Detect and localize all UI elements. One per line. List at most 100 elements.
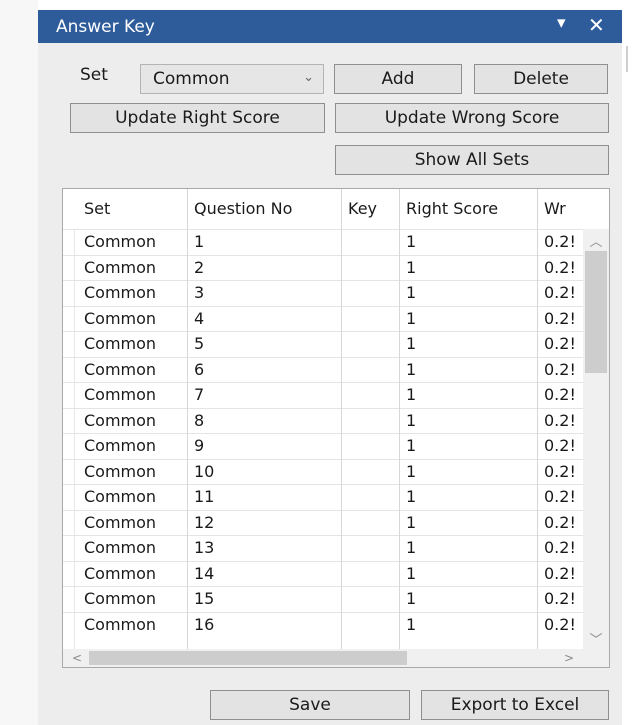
update-right-score-button[interactable]: Update Right Score bbox=[70, 103, 325, 133]
cell-set[interactable]: Common bbox=[77, 460, 187, 483]
table-row[interactable]: Common 10 1 0.2! bbox=[63, 458, 583, 484]
cell-right-score[interactable]: 1 bbox=[399, 256, 537, 279]
close-icon[interactable]: ✕ bbox=[588, 13, 605, 37]
cell-wrong-score[interactable]: 0.2! bbox=[537, 562, 583, 585]
table-row[interactable]: Common 7 1 0.2! bbox=[63, 382, 583, 407]
cell-set[interactable]: Common bbox=[77, 256, 187, 279]
export-to-excel-button[interactable]: Export to Excel bbox=[421, 690, 609, 720]
cell-key[interactable] bbox=[341, 383, 399, 406]
scroll-down-icon[interactable]: ﹀ bbox=[583, 629, 609, 651]
table-row[interactable]: Common 2 1 0.2! bbox=[63, 254, 583, 280]
table-row[interactable]: Common 9 1 0.2! bbox=[63, 433, 583, 458]
cell-question-no[interactable]: 8 bbox=[187, 409, 341, 432]
cell-key[interactable] bbox=[341, 358, 399, 381]
cell-question-no[interactable]: 4 bbox=[187, 307, 341, 330]
table-row[interactable]: Common 6 1 0.2! bbox=[63, 356, 583, 382]
cell-set[interactable]: Common bbox=[77, 485, 187, 508]
cell-question-no[interactable]: 12 bbox=[187, 511, 341, 534]
cell-wrong-score[interactable]: 0.2! bbox=[537, 587, 583, 610]
cell-question-no[interactable]: 14 bbox=[187, 562, 341, 585]
cell-question-no[interactable]: 6 bbox=[187, 358, 341, 381]
table-row[interactable]: Common 16 1 0.2! bbox=[63, 611, 583, 637]
cell-question-no[interactable]: 10 bbox=[187, 460, 341, 483]
cell-right-score[interactable]: 1 bbox=[399, 613, 537, 636]
cell-right-score[interactable]: 1 bbox=[399, 536, 537, 559]
vertical-scrollbar[interactable]: ︿ ﹀ bbox=[583, 229, 609, 653]
cell-key[interactable] bbox=[341, 562, 399, 585]
cell-set[interactable]: Common bbox=[77, 307, 187, 330]
cell-set[interactable]: Common bbox=[77, 383, 187, 406]
cell-wrong-score[interactable]: 0.2! bbox=[537, 485, 583, 508]
cell-question-no[interactable]: 9 bbox=[187, 434, 341, 457]
cell-question-no[interactable]: 16 bbox=[187, 613, 341, 636]
table-row[interactable]: Common 1 1 0.2! bbox=[63, 229, 583, 254]
update-wrong-score-button[interactable]: Update Wrong Score bbox=[335, 103, 609, 133]
cell-wrong-score[interactable]: 0.2! bbox=[537, 613, 583, 636]
answer-key-grid[interactable]: Set Question No Key Right Score Wr Commo… bbox=[62, 188, 610, 668]
cell-set[interactable]: Common bbox=[77, 536, 187, 559]
cell-wrong-score[interactable]: 0.2! bbox=[537, 434, 583, 457]
cell-wrong-score[interactable]: 0.2! bbox=[537, 511, 583, 534]
cell-set[interactable]: Common bbox=[77, 332, 187, 355]
set-dropdown[interactable]: Common ⌄ bbox=[140, 64, 324, 94]
cell-right-score[interactable]: 1 bbox=[399, 358, 537, 381]
cell-question-no[interactable]: 11 bbox=[187, 485, 341, 508]
cell-right-score[interactable]: 1 bbox=[399, 485, 537, 508]
cell-question-no[interactable]: 15 bbox=[187, 587, 341, 610]
pin-dropdown-icon[interactable]: ▾ bbox=[557, 13, 566, 33]
scroll-left-icon[interactable]: < bbox=[67, 649, 87, 667]
table-row[interactable]: Common 15 1 0.2! bbox=[63, 586, 583, 611]
cell-key[interactable] bbox=[341, 307, 399, 330]
column-header-question-no[interactable]: Question No bbox=[187, 189, 341, 229]
horizontal-scroll-thumb[interactable] bbox=[89, 651, 407, 665]
cell-key[interactable] bbox=[341, 281, 399, 304]
cell-wrong-score[interactable]: 0.2! bbox=[537, 307, 583, 330]
column-header-key[interactable]: Key bbox=[341, 189, 399, 229]
table-row[interactable]: Common 4 1 0.2! bbox=[63, 305, 583, 331]
cell-wrong-score[interactable]: 0.2! bbox=[537, 383, 583, 406]
cell-wrong-score[interactable]: 0.2! bbox=[537, 409, 583, 432]
save-button[interactable]: Save bbox=[210, 690, 410, 720]
cell-key[interactable] bbox=[341, 256, 399, 279]
cell-set[interactable]: Common bbox=[77, 511, 187, 534]
cell-set[interactable]: Common bbox=[77, 587, 187, 610]
vertical-scroll-thumb[interactable] bbox=[585, 251, 607, 373]
cell-question-no[interactable]: 3 bbox=[187, 281, 341, 304]
cell-set[interactable]: Common bbox=[77, 434, 187, 457]
cell-set[interactable]: Common bbox=[77, 613, 187, 636]
column-header-right-score[interactable]: Right Score bbox=[399, 189, 537, 229]
cell-set[interactable]: Common bbox=[77, 230, 187, 253]
cell-key[interactable] bbox=[341, 536, 399, 559]
delete-button[interactable]: Delete bbox=[474, 64, 608, 94]
column-header-wrong-score[interactable]: Wr bbox=[537, 189, 583, 229]
cell-question-no[interactable]: 1 bbox=[187, 230, 341, 253]
cell-set[interactable]: Common bbox=[77, 358, 187, 381]
cell-key[interactable] bbox=[341, 511, 399, 534]
cell-key[interactable] bbox=[341, 485, 399, 508]
cell-question-no[interactable]: 13 bbox=[187, 536, 341, 559]
cell-set[interactable]: Common bbox=[77, 281, 187, 304]
column-header-set[interactable]: Set bbox=[77, 189, 187, 229]
table-row[interactable]: Common 8 1 0.2! bbox=[63, 407, 583, 433]
cell-wrong-score[interactable]: 0.2! bbox=[537, 358, 583, 381]
cell-right-score[interactable]: 1 bbox=[399, 562, 537, 585]
cell-right-score[interactable]: 1 bbox=[399, 460, 537, 483]
table-row[interactable]: Common 5 1 0.2! bbox=[63, 331, 583, 356]
cell-wrong-score[interactable]: 0.2! bbox=[537, 536, 583, 559]
cell-right-score[interactable]: 1 bbox=[399, 383, 537, 406]
add-button[interactable]: Add bbox=[334, 64, 462, 94]
cell-question-no[interactable]: 2 bbox=[187, 256, 341, 279]
cell-key[interactable] bbox=[341, 332, 399, 355]
cell-right-score[interactable]: 1 bbox=[399, 511, 537, 534]
cell-right-score[interactable]: 1 bbox=[399, 434, 537, 457]
table-row[interactable]: Common 11 1 0.2! bbox=[63, 484, 583, 509]
scroll-right-icon[interactable]: > bbox=[559, 649, 579, 667]
scroll-up-icon[interactable]: ︿ bbox=[583, 231, 609, 253]
cell-question-no[interactable]: 5 bbox=[187, 332, 341, 355]
cell-right-score[interactable]: 1 bbox=[399, 281, 537, 304]
cell-key[interactable] bbox=[341, 230, 399, 253]
table-row[interactable]: Common 13 1 0.2! bbox=[63, 535, 583, 560]
cell-key[interactable] bbox=[341, 460, 399, 483]
cell-question-no[interactable]: 7 bbox=[187, 383, 341, 406]
show-all-sets-button[interactable]: Show All Sets bbox=[335, 145, 609, 175]
